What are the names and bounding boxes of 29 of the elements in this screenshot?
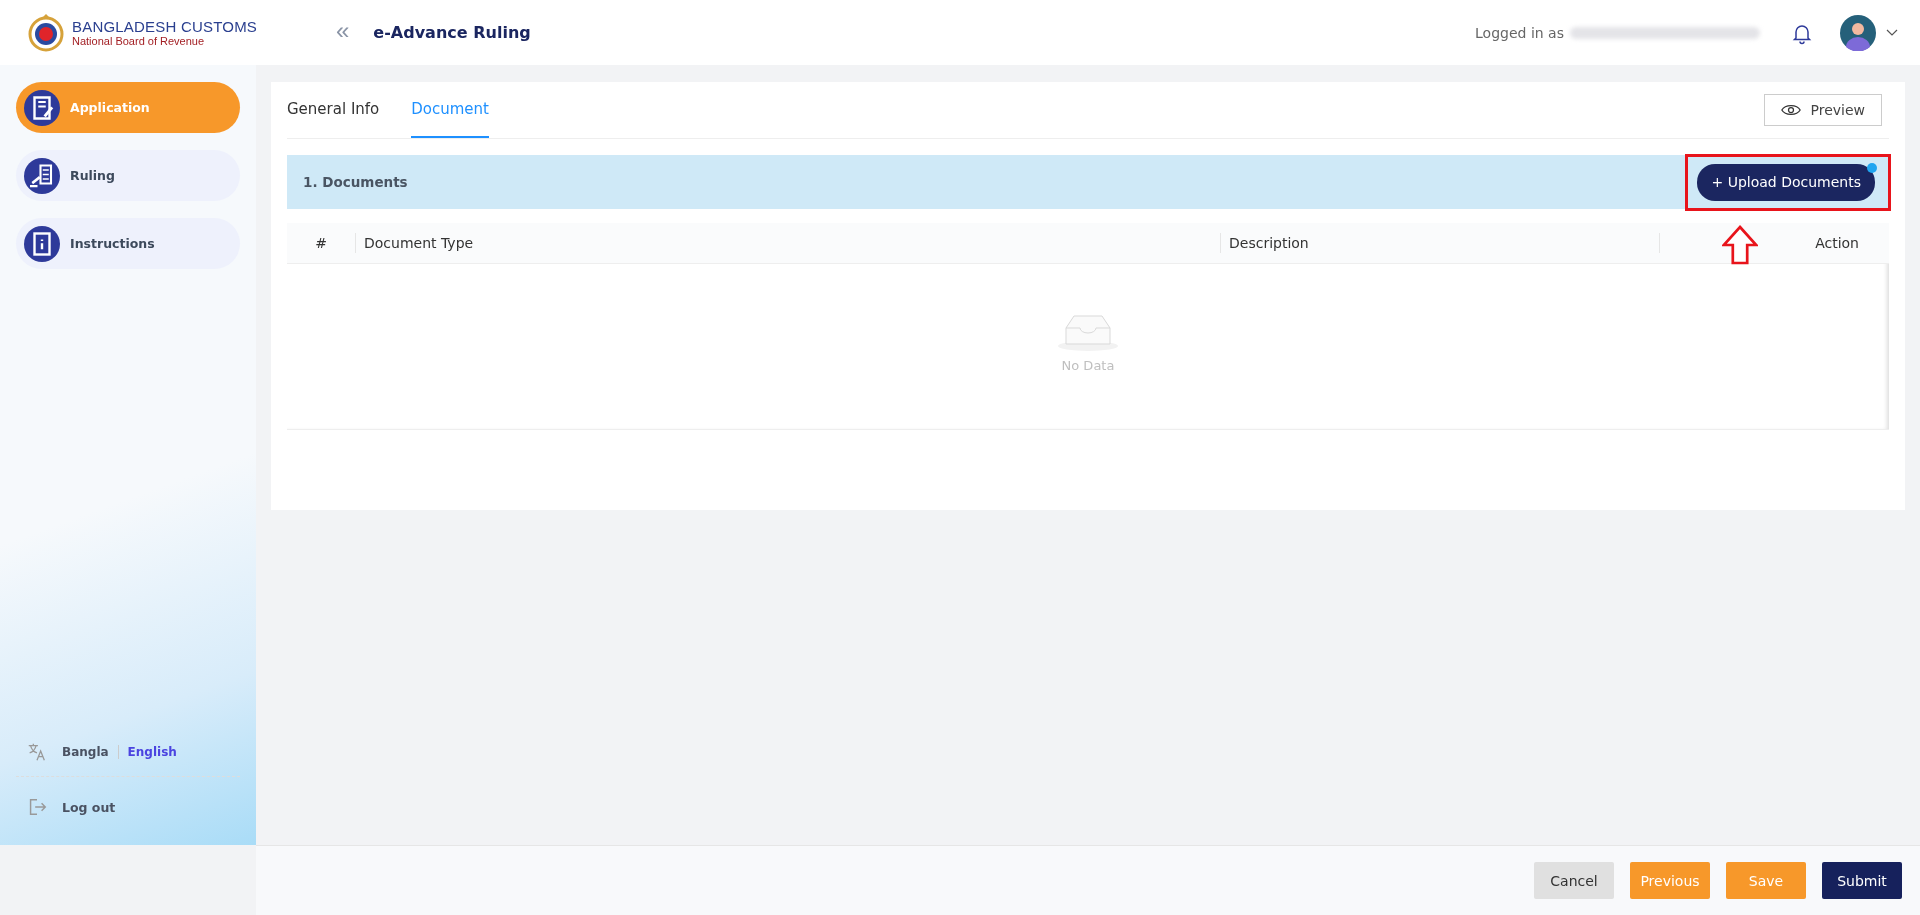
section-title: 1. Documents: [303, 174, 408, 190]
language-option[interactable]: Bangla: [62, 745, 109, 759]
column-header: Document Type: [355, 233, 1220, 253]
column-header: #: [314, 234, 328, 253]
language-option[interactable]: English: [127, 745, 177, 759]
cancel-button[interactable]: Cancel: [1534, 862, 1614, 899]
info-book-icon: [24, 225, 60, 262]
logo-title: BANGLADESH CUSTOMS: [72, 18, 258, 35]
upload-documents-button[interactable]: + Upload Documents: [1697, 163, 1875, 201]
sidebar-item[interactable]: Ruling: [16, 150, 240, 201]
dropdown-chevron-icon[interactable]: [1886, 28, 1898, 37]
column-header: Action: [1659, 233, 1889, 253]
customs-emblem-icon: [26, 12, 66, 53]
document-pen-icon: [24, 89, 60, 126]
sidebar-item[interactable]: Instructions: [16, 218, 240, 269]
logout-link[interactable]: Log out: [62, 799, 116, 815]
eye-icon: [1780, 103, 1801, 117]
logo-subtitle: National Board of Revenue: [72, 35, 206, 47]
column-header: Description: [1220, 233, 1659, 253]
user-avatar-icon[interactable]: [1840, 14, 1876, 51]
logged-in-label: Logged in as: [1475, 24, 1564, 41]
preview-button[interactable]: Preview: [1763, 94, 1882, 126]
page-title: e-Advance Ruling: [373, 23, 531, 42]
empty-state-text: No Data: [1061, 358, 1115, 373]
tab[interactable]: Document: [411, 82, 489, 138]
notification-dot: [1867, 162, 1877, 173]
tab[interactable]: General Info: [287, 82, 380, 138]
gavel-document-icon: [24, 157, 60, 194]
submit-button[interactable]: Submit: [1822, 862, 1902, 899]
